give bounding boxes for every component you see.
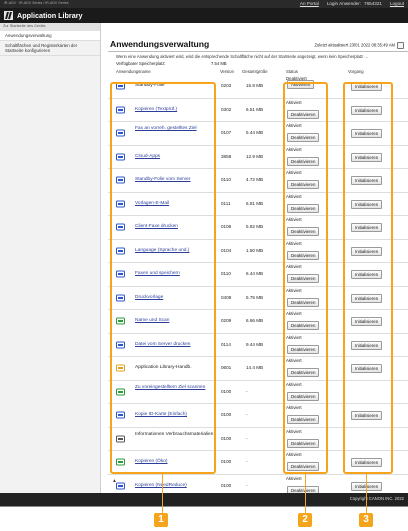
app-version: 3858 bbox=[221, 153, 232, 159]
scroll-top-icon[interactable]: ▲ bbox=[112, 478, 117, 484]
app-version: 0111 bbox=[221, 200, 231, 206]
storage-label: Verfügbarer Speicherplatz: bbox=[116, 61, 166, 66]
app-version: 0114 bbox=[221, 341, 231, 347]
app-version: 0100 bbox=[221, 388, 232, 394]
login-user-id: 7654321 bbox=[364, 1, 382, 6]
app-version: 0110 bbox=[221, 177, 231, 182]
app-size: 9.44 MB bbox=[246, 341, 264, 347]
app-header: Application Library An Portal Login Anwe… bbox=[0, 1, 408, 23]
footer: Copyright CANON INC. 2022 bbox=[0, 493, 408, 506]
last-updated-text: Zuletzt aktualisiert 23/01 2022 08:35:49… bbox=[314, 42, 395, 48]
app-version: 0100 bbox=[221, 435, 232, 441]
callout-badge-3: 3 bbox=[359, 513, 373, 527]
app-version: 0104 bbox=[221, 247, 232, 253]
app-name[interactable]: Kopieren (NeedReduce) bbox=[135, 483, 187, 488]
callout-leader-3 bbox=[366, 473, 367, 513]
app-size: 5.44 MB bbox=[246, 130, 264, 135]
app-version: 0108 bbox=[221, 224, 232, 229]
last-updated: Zuletzt aktualisiert 23/01 2022 08:35:49… bbox=[314, 42, 404, 49]
app-size: - bbox=[246, 435, 248, 441]
app-version: 0209 bbox=[221, 318, 232, 323]
login-user-label: Login Anwender: bbox=[326, 1, 362, 6]
app-size: 15.8 MB bbox=[246, 83, 264, 88]
app-version: 0100 bbox=[221, 459, 232, 464]
logout-link[interactable]: Logout bbox=[390, 1, 404, 6]
app-version: 0408 bbox=[221, 294, 232, 300]
app-size: 6.66 MB bbox=[246, 318, 264, 323]
app-size: - bbox=[246, 482, 248, 488]
app-version: 0203 bbox=[221, 83, 232, 88]
app-version: 0302 bbox=[221, 106, 232, 112]
callout-badge-2: 2 bbox=[298, 513, 312, 527]
app-size: 14.4 MB bbox=[246, 365, 264, 370]
sidebar-home-link[interactable]: Zur Startseite des Geräts bbox=[0, 23, 100, 31]
app-size: - bbox=[246, 459, 248, 464]
description-text: Wenn eine Anwendung aktiviert wird, wird… bbox=[116, 54, 369, 59]
top-links: An Portal Login Anwender: 7654321 Logout bbox=[300, 1, 404, 6]
app-size: 6.44 MB bbox=[246, 271, 264, 276]
device-breadcrumb: iR-ADV · iR-ADV Series / iR-ADV Series bbox=[4, 1, 69, 5]
sidebar: Zur Startseite des Geräts Anwendungsverw… bbox=[0, 23, 101, 493]
callout-leader-1 bbox=[162, 473, 163, 513]
callout-frame-status bbox=[283, 82, 328, 474]
app-size: 4.72 MB bbox=[246, 177, 264, 182]
callout-badge-1: 1 bbox=[154, 513, 168, 527]
app-size: 6.81 MB bbox=[246, 200, 264, 206]
app-library-logo-icon bbox=[4, 11, 13, 20]
app-size: 5.75 MB bbox=[246, 294, 264, 300]
app-size: - bbox=[246, 412, 248, 417]
app-size: 1.50 MB bbox=[246, 247, 264, 253]
app-size: 12.9 MB bbox=[246, 153, 264, 159]
callout-frame-names bbox=[110, 82, 216, 474]
app-version: 0100 bbox=[221, 412, 232, 417]
refresh-icon[interactable] bbox=[397, 42, 404, 49]
app-version: 0100 bbox=[221, 482, 232, 488]
status-text: Aktiviert bbox=[286, 475, 302, 481]
copyright: Copyright CANON INC. 2022 bbox=[349, 496, 404, 501]
app-version: 0107 bbox=[221, 130, 232, 135]
app-version: 0110 bbox=[221, 271, 231, 276]
app-size: 6.51 MB bbox=[246, 106, 264, 112]
reduce-copy-icon bbox=[116, 482, 125, 490]
app-size: 5.92 MB bbox=[246, 224, 264, 229]
app-size: - bbox=[246, 388, 248, 394]
app-title: Application Library bbox=[17, 11, 83, 20]
title-divider bbox=[108, 51, 408, 52]
callout-frame-action bbox=[343, 82, 393, 474]
page-title: Anwendungsverwaltung bbox=[110, 39, 210, 49]
storage-value: 7.54 MB bbox=[211, 61, 227, 66]
sidebar-item-app-management[interactable]: Anwendungsverwaltung bbox=[0, 31, 100, 41]
sidebar-item-home-buttons[interactable]: Schaltflächen und Registerkarten der Sta… bbox=[0, 41, 100, 56]
portal-link[interactable]: An Portal bbox=[300, 1, 319, 6]
callout-leader-2 bbox=[305, 473, 306, 513]
app-version: 0601 bbox=[221, 365, 232, 370]
